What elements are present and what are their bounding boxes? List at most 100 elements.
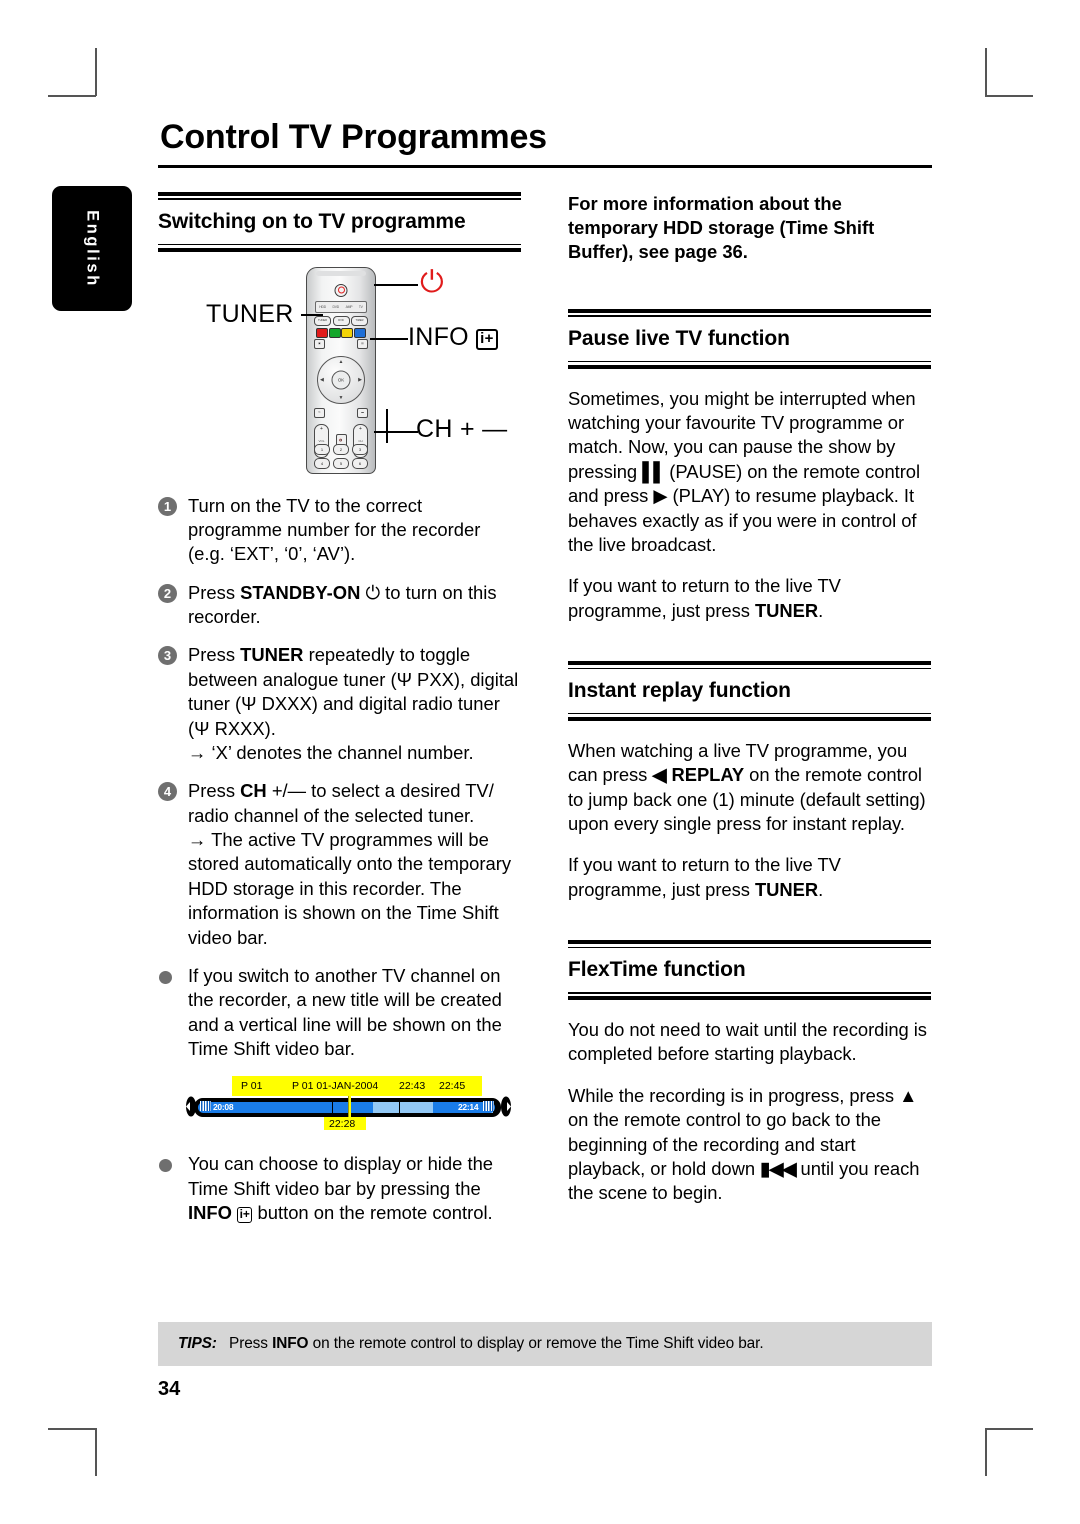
dpad-left-arrow-icon: ◀ bbox=[320, 376, 324, 383]
time-shift-video-bar-figure: P 01 P 01 01-JAN-2004 22:43 22:45 22:28 bbox=[184, 1076, 524, 1132]
numpad-key-2: 2 bbox=[333, 443, 349, 455]
replay-paragraph-1: When watching a live TV programme, you c… bbox=[568, 739, 931, 837]
timeshift-start-hatch-icon bbox=[200, 1101, 211, 1112]
power-outline-icon: ⏻ bbox=[360, 581, 381, 603]
lcd-label-dvd: DVD bbox=[332, 304, 340, 309]
flextime-paragraph-2: While the recording is in progress, pres… bbox=[568, 1084, 931, 1206]
callout-standby-line bbox=[374, 283, 418, 286]
play-icon: ▶ bbox=[653, 485, 668, 507]
bullet-dot-icon-2 bbox=[159, 1159, 172, 1173]
remote-standby-button bbox=[334, 283, 348, 297]
remote-menu-key: ▣ bbox=[314, 338, 325, 349]
step-3-subnote-text: ‘X’ denotes the channel number. bbox=[211, 741, 474, 763]
numpad-row-2: 4 5 6 bbox=[314, 457, 368, 469]
bullet-dot-icon bbox=[159, 970, 172, 984]
remote-blue-key bbox=[353, 327, 366, 338]
timeshift-label-2245: 22:45 bbox=[439, 1080, 466, 1093]
page-title: Control TV Programmes bbox=[160, 118, 547, 156]
replay-heading-rule-top bbox=[568, 661, 931, 666]
callout-channel-text: CH bbox=[416, 414, 453, 443]
arrow-right-icon-2: → bbox=[188, 829, 207, 851]
step-1-number: 1 bbox=[158, 496, 177, 516]
numpad-row-1: 1 2 3 bbox=[314, 443, 368, 455]
timeshift-playback-marker bbox=[348, 1096, 351, 1118]
step-2-bold-standby-on: STANDBY-ON bbox=[240, 581, 361, 603]
bullet-info-bold: INFO bbox=[188, 1202, 232, 1224]
section-instant-replay: Instant replay function bbox=[568, 661, 931, 721]
bullet-info-toggle-prefix: You can choose to display or hide the Ti… bbox=[188, 1153, 494, 1199]
callout-channel-line bbox=[374, 430, 418, 433]
lcd-label-hdd: HDD bbox=[319, 304, 326, 309]
section-flextime: FlexTime function bbox=[568, 940, 931, 1001]
left-column: Switching on to TV programme HDD DVD AMP… bbox=[158, 191, 524, 1241]
remote-colour-keys bbox=[316, 327, 366, 338]
step-2-prefix: Press bbox=[188, 581, 241, 603]
step-3: 3 Press TUNER repeatedly to toggle betwe… bbox=[158, 643, 521, 765]
dpad-up-arrow-icon: ▲ bbox=[338, 358, 344, 365]
timeshift-label-2228: 22:28 bbox=[329, 1118, 356, 1131]
pause-heading-rule-bottom-thin bbox=[568, 360, 931, 363]
minus-icon: — bbox=[482, 414, 508, 443]
remote-dvd-key: DVD bbox=[332, 315, 350, 326]
dpad-down-arrow-icon: ▼ bbox=[338, 394, 344, 401]
flextime-paragraph-1: You do not need to wait until the record… bbox=[568, 1019, 927, 1065]
bullet-info-toggle-suffix: button on the remote control. bbox=[252, 1202, 493, 1224]
remote-control-body: HDD DVD AMP TV TUNER DVD TIMER ▣ ▤ ▲ ▼ ◀… bbox=[306, 266, 376, 474]
replay-heading-rule-bottom bbox=[568, 716, 931, 721]
heading-rule-bottom-thin bbox=[158, 243, 521, 246]
info-plus-icon: i+ bbox=[476, 328, 498, 350]
remote-info-key: ▤ bbox=[357, 338, 368, 349]
arrow-right-icon: → bbox=[188, 741, 207, 763]
numpad-key-3: 3 bbox=[352, 443, 368, 455]
callout-tuner-label: TUNER bbox=[206, 299, 294, 328]
pause-heading-rule-top bbox=[568, 308, 931, 313]
remote-tuner-key: TUNER bbox=[314, 315, 331, 326]
pause-paragraph-1: Sometimes, you might be interrupted when… bbox=[568, 387, 931, 558]
heading-rule-top bbox=[158, 191, 521, 196]
step-3-subnote: → ‘X’ denotes the channel number. bbox=[188, 741, 521, 765]
remote-top-strip bbox=[316, 270, 366, 276]
previous-icon: ▮◀◀ bbox=[760, 1157, 796, 1179]
tips-suffix: on the remote control to display or remo… bbox=[308, 1335, 764, 1352]
numpad-key-6: 6 bbox=[352, 457, 368, 469]
step-3-number: 3 bbox=[158, 646, 177, 666]
step-4-bold-ch: CH bbox=[240, 780, 267, 802]
page-number: 34 bbox=[158, 1378, 181, 1400]
timeshift-divider-2 bbox=[399, 1098, 401, 1116]
replay-p1-bold: REPLAY bbox=[666, 764, 745, 786]
tips-footer: TIPS: Press INFO on the remote control t… bbox=[158, 1322, 932, 1366]
numpad-key-1: 1 bbox=[314, 443, 330, 455]
lcd-label-tv: TV bbox=[358, 304, 363, 309]
timeshift-label-p01-a: P 01 bbox=[241, 1080, 263, 1093]
step-4-keys: +/— bbox=[271, 780, 307, 802]
heading-rule-bottom bbox=[158, 247, 521, 252]
heading-instant-replay-function: Instant replay function bbox=[568, 679, 791, 703]
flextime-p2-part-1: While the recording is in progress, pres… bbox=[568, 1084, 900, 1106]
page-content: Control TV Programmes Switching on to TV… bbox=[158, 118, 932, 1241]
crop-mark-top-right bbox=[985, 48, 987, 96]
tips-prefix: Press bbox=[229, 1335, 273, 1352]
section-pause-live-tv: Pause live TV function bbox=[568, 308, 931, 369]
step-1-text: Turn on the TV to the correct programme … bbox=[188, 494, 481, 565]
remote-dpad: ▲ ▼ ◀ ▶ OK bbox=[317, 355, 365, 404]
remote-timer-key: TIMER bbox=[351, 315, 368, 326]
crop-mark-bottom-right-h bbox=[985, 1428, 1033, 1430]
callout-channel-label: CH + — bbox=[416, 415, 507, 444]
crop-mark-top-left bbox=[95, 48, 97, 96]
numpad-key-5: 5 bbox=[333, 457, 349, 469]
callout-tuner-line bbox=[301, 313, 323, 316]
up-arrow-icon: ▲ bbox=[899, 1084, 918, 1106]
replay-p2-bold-tuner: TUNER bbox=[754, 878, 819, 900]
timeshift-label-p01-date: P 01 01-JAN-2004 bbox=[292, 1080, 379, 1093]
intro-note: For more information about the temporary… bbox=[568, 192, 875, 263]
timeshift-label-2243: 22:43 bbox=[399, 1080, 426, 1093]
tips-text: TIPS: Press INFO on the remote control t… bbox=[158, 1335, 764, 1353]
tips-label: TIPS: bbox=[178, 1335, 217, 1352]
right-column: For more information about the temporary… bbox=[568, 192, 931, 1241]
remote-back-system-row: ↻ ▬ bbox=[314, 407, 368, 418]
switching-on-bullets-bottom: You can choose to display or hide the Ti… bbox=[158, 1152, 521, 1225]
dpad-ok-button: OK bbox=[331, 370, 351, 390]
remote-lcd-display: HDD DVD AMP TV bbox=[315, 300, 367, 313]
step-3-prefix: Press bbox=[188, 644, 241, 666]
pause-paragraph-2: If you want to return to the live TV pro… bbox=[568, 574, 931, 623]
